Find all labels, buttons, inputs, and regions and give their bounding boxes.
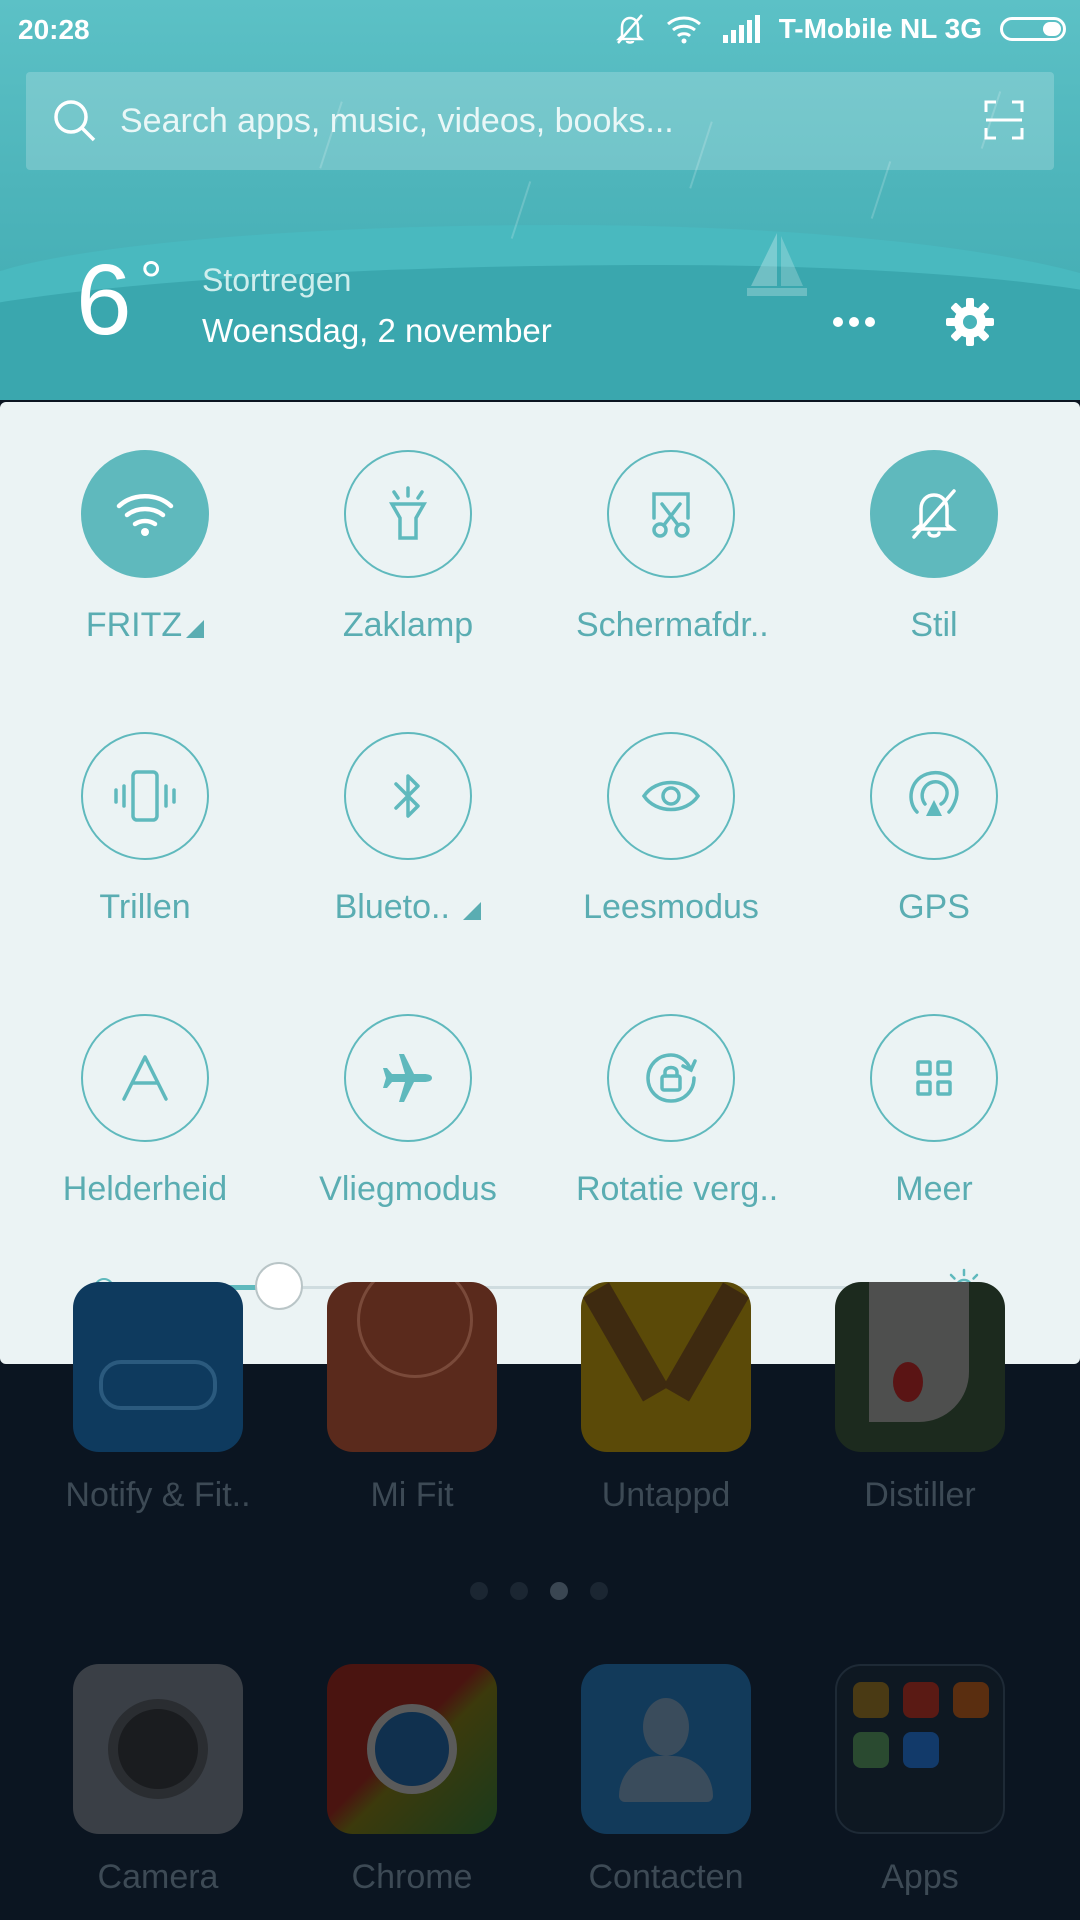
battery-icon (1000, 17, 1066, 41)
search-bar[interactable]: Search apps, music, videos, books... (26, 72, 1054, 170)
tile-label-more: Meer (895, 1170, 973, 1208)
app-label: Untappd (601, 1476, 731, 1514)
app-icon (73, 1282, 243, 1452)
tile-label-airplane: Vliegmodus (319, 1170, 497, 1208)
app-icon (581, 1282, 751, 1452)
search-icon (54, 100, 96, 142)
vibrate-toggle[interactable] (81, 732, 209, 860)
app-icon (73, 1664, 243, 1834)
tile-label-rotation-lock: Rotatie verg.. (576, 1170, 779, 1208)
app-label: Notify & Fit.. (65, 1476, 251, 1514)
app-label: Camera (97, 1858, 219, 1896)
bell-off-icon (615, 14, 644, 44)
app-icon (835, 1282, 1005, 1452)
app-chrome[interactable]: Chrome (312, 1664, 512, 1897)
bluetooth-icon (394, 774, 420, 818)
brightness-thumb[interactable] (255, 1262, 304, 1310)
tile-label-silent: Stil (910, 606, 958, 644)
expand-arrow-icon[interactable] (463, 902, 482, 920)
tile-label-flashlight: Zaklamp (342, 606, 474, 644)
tile-airplane[interactable]: Vliegmodus (313, 1014, 503, 1209)
page-dot-active[interactable] (550, 1582, 568, 1600)
weather-date: Woensdag, 2 november (202, 312, 552, 349)
tile-vibrate[interactable]: Trillen (50, 732, 240, 927)
app-label: Contacten (588, 1858, 744, 1896)
tile-label-reading-mode: Leesmodus (583, 888, 759, 926)
scan-icon[interactable] (984, 100, 1024, 140)
grid-icon (916, 1060, 952, 1096)
wifi-icon (116, 494, 174, 536)
tile-screenshot[interactable]: Schermafdr.. (576, 450, 769, 645)
app-icon (327, 1664, 497, 1834)
weather-condition: Stortregen (202, 262, 352, 298)
silent-toggle[interactable] (870, 450, 998, 578)
app-mi-fit[interactable]: Mi Fit (312, 1282, 512, 1515)
app-label: Distiller (864, 1476, 976, 1514)
app-icon (581, 1664, 751, 1834)
tile-label-gps: GPS (898, 888, 970, 926)
gps-icon (909, 770, 959, 816)
screenshot-icon (652, 492, 690, 538)
wifi-icon (666, 16, 701, 44)
app-untappd[interactable]: Untappd (566, 1282, 766, 1515)
app-contacts[interactable]: Contacten (566, 1664, 766, 1897)
reading-mode-toggle[interactable] (607, 732, 735, 860)
status-time: 20:28 (18, 14, 90, 45)
app-label: Apps (881, 1858, 959, 1896)
more-options-icon[interactable] (832, 316, 876, 328)
weather-temperature: 6 (76, 244, 132, 356)
page-dot[interactable] (590, 1582, 608, 1600)
bell-off-icon (911, 489, 957, 539)
tile-label-bluetooth: Blueto.. (334, 888, 450, 926)
page-indicator (470, 1582, 608, 1600)
wifi-toggle[interactable] (81, 450, 209, 578)
app-label: Mi Fit (370, 1476, 454, 1514)
app-folder-apps[interactable]: Apps (820, 1664, 1020, 1897)
status-bar: 20:28 T-Mobile NL 3G (0, 0, 1080, 62)
tile-rotation-lock[interactable]: Rotatie verg.. (576, 1014, 779, 1209)
airplane-icon (383, 1054, 432, 1102)
rotation-lock-icon (646, 1053, 697, 1103)
rotation-lock-toggle[interactable] (607, 1014, 735, 1142)
weather-degree: ° (140, 249, 163, 312)
tile-label-wifi: FRITZ (85, 606, 183, 644)
search-placeholder: Search apps, music, videos, books... (120, 102, 674, 140)
app-label: Chrome (351, 1858, 473, 1896)
tile-flashlight[interactable]: Zaklamp (313, 450, 503, 645)
tile-wifi[interactable]: FRITZ (50, 450, 240, 645)
settings-gear-icon[interactable] (944, 296, 996, 348)
bluetooth-toggle[interactable] (344, 732, 472, 860)
more-toggle[interactable] (870, 1014, 998, 1142)
tile-brightness[interactable]: Helderheid (50, 1014, 240, 1209)
gps-toggle[interactable] (870, 732, 998, 860)
app-camera[interactable]: Camera (58, 1664, 258, 1897)
vibrate-icon (114, 770, 176, 822)
app-distiller[interactable]: Distiller (820, 1282, 1020, 1515)
tile-silent[interactable]: Stil (839, 450, 1029, 645)
auto-brightness-icon (122, 1055, 168, 1101)
tile-label-brightness: Helderheid (62, 1170, 228, 1208)
tile-reading-mode[interactable]: Leesmodus (576, 732, 766, 927)
tile-label-vibrate: Trillen (99, 888, 191, 926)
carrier-label: T-Mobile NL 3G (778, 13, 982, 44)
signal-icon (722, 15, 760, 43)
tile-label-screenshot: Schermafdr.. (576, 606, 769, 644)
airplane-toggle[interactable] (344, 1014, 472, 1142)
folder-icon (835, 1664, 1005, 1834)
screenshot-toggle[interactable] (607, 450, 735, 578)
expand-arrow-icon[interactable] (186, 620, 205, 638)
eye-icon (641, 780, 701, 812)
tile-gps[interactable]: GPS (839, 732, 1029, 927)
flashlight-toggle[interactable] (344, 450, 472, 578)
app-icon (327, 1282, 497, 1452)
page-dot[interactable] (470, 1582, 488, 1600)
notification-header: 20:28 T-Mobile NL 3G Search apps, music,… (0, 0, 1080, 400)
auto-brightness-toggle[interactable] (81, 1014, 209, 1142)
page-dot[interactable] (510, 1582, 528, 1600)
app-notify-fit[interactable]: Notify & Fit.. (58, 1282, 258, 1515)
tile-bluetooth[interactable]: Blueto.. (313, 732, 503, 927)
flashlight-icon (388, 486, 428, 540)
sailboat-icon (747, 233, 807, 296)
tile-more[interactable]: Meer (839, 1014, 1029, 1209)
